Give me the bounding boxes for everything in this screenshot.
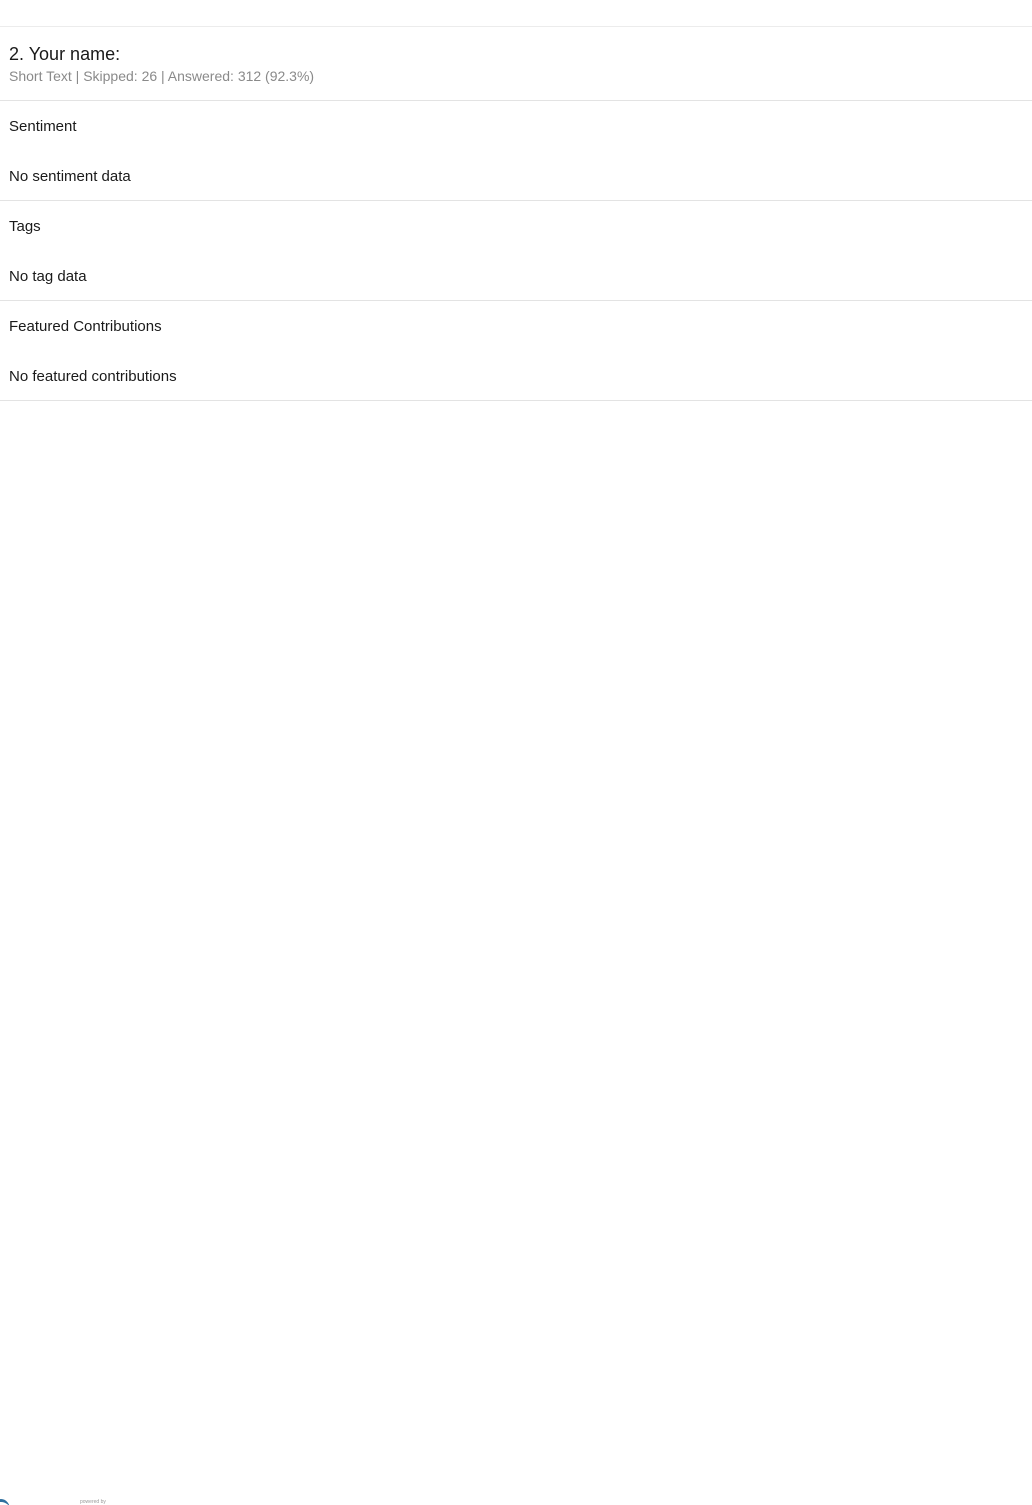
question-title: 2. Your name: [9,44,121,64]
tags-section: Tags No tag data [0,201,1032,301]
featured-contributions-heading: Featured Contributions [9,318,162,335]
tags-empty-text: No tag data [9,268,87,285]
question-header: 2. Your name: Short Text | Skipped: 26 |… [0,27,1032,101]
sentiment-empty-text: No sentiment data [9,168,131,185]
sentiment-section: Sentiment No sentiment data [0,101,1032,201]
sentiment-heading: Sentiment [9,118,77,135]
report-page: 2. Your name: Short Text | Skipped: 26 |… [0,0,1032,1505]
question-meta: Short Text | Skipped: 26 | Answered: 312… [9,68,315,84]
footer-note: powered by [80,1499,106,1505]
brand-logo-icon [0,1491,10,1505]
featured-contributions-section: Featured Contributions No featured contr… [0,301,1032,401]
tags-heading: Tags [9,218,41,235]
featured-contributions-empty-text: No featured contributions [9,368,177,385]
